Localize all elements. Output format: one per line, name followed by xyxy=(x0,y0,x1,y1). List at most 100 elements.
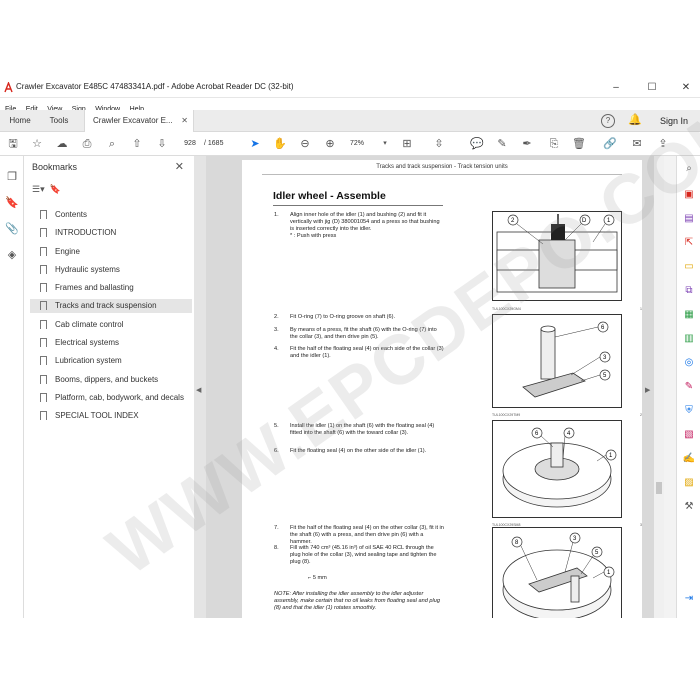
bookmark-item[interactable]: Platform, cab, bodywork, and decals xyxy=(32,392,192,403)
figure-2-drawing: 6 3 5 xyxy=(522,321,611,398)
send-for-signature-icon[interactable]: ✍ xyxy=(682,452,696,466)
figure-2-caption: TUL100CX29TM9 2 xyxy=(492,413,642,417)
figure-1-drawing: 2 D 1 xyxy=(496,214,618,293)
comment-icon[interactable]: 💬 xyxy=(470,137,484,151)
share-icon[interactable]: ⇪ xyxy=(656,137,670,151)
figure-1-caption: TUL100CX29GM4 1 xyxy=(492,307,642,311)
title-bar: Crawler Excavator E485C 47483341A.pdf - … xyxy=(0,78,700,98)
tab-tools[interactable]: Tools xyxy=(40,110,78,132)
comment-tool-icon[interactable]: ▭ xyxy=(682,260,696,274)
bookmark-icon xyxy=(40,374,47,384)
screenshot-canvas: Crawler Excavator E485C 47483341A.pdf - … xyxy=(0,0,700,700)
bookmark-options-icon[interactable]: ☰▾ 🔖 xyxy=(32,184,61,195)
search-tool-icon[interactable]: ⌕ xyxy=(682,162,696,176)
page-thumbnails-icon[interactable]: ❐ xyxy=(5,170,19,184)
right-tools-rail: ⌕ ▣ ▤ ⇱ ▭ ⧉ ▦ ▥ ◎ ✎ ⛨ ▧ ✍ ▨ ⚒ ⇥ xyxy=(676,156,700,618)
tab-close-icon[interactable]: ✕ xyxy=(181,110,188,132)
sign-tool-icon[interactable]: ✎ xyxy=(682,380,696,394)
upload-cloud-icon[interactable]: ☁ xyxy=(55,137,69,151)
scroll-mode-icon[interactable]: ⇳ xyxy=(432,137,446,151)
bookmarks-icon[interactable]: 🔖 xyxy=(5,196,19,210)
bookmark-item-selected[interactable]: Tracks and track suspension xyxy=(30,299,192,314)
highlight-pen-icon[interactable]: ✎ xyxy=(495,137,509,151)
zoom-level-field[interactable]: 72% xyxy=(350,138,376,150)
bookmarks-close-icon[interactable]: ✕ xyxy=(175,160,184,173)
bookmark-item[interactable]: Hydraulic systems xyxy=(32,264,192,275)
left-navigation-rail: ❐ 🔖 📎 ◈ xyxy=(0,156,24,618)
fill-sign-icon[interactable]: ▦ xyxy=(682,308,696,322)
main-toolbar: 🖫 ☆ ☁ ⎙ ⌕ ⇧ ⇩ 928 / 1685 ➤ ✋ ⊖ ⊕ 72% ▾ ⊞… xyxy=(0,132,700,156)
sign-pen-icon[interactable]: ✒ xyxy=(520,137,534,151)
zoom-dropdown-icon[interactable]: ▾ xyxy=(378,137,392,151)
bookmark-list: Contents INTRODUCTION Engine Hydraulic s… xyxy=(30,210,192,430)
notifications-bell-icon[interactable]: 🔔 xyxy=(628,113,642,126)
attachments-icon[interactable]: 📎 xyxy=(5,222,19,236)
figure-3-idler-shaft: 6 4 1 xyxy=(492,420,622,518)
menu-bar: File Edit View Sign Window Help xyxy=(0,98,700,113)
layers-icon[interactable]: ◈ xyxy=(5,248,19,262)
pdf-page: Tracks and track suspension - Track tens… xyxy=(242,160,642,618)
sign-in-button[interactable]: Sign In xyxy=(660,110,688,132)
stamp-icon[interactable]: ⎘ xyxy=(547,137,561,151)
help-icon[interactable]: ? xyxy=(601,114,615,128)
expand-right-panel-icon[interactable]: ▶ xyxy=(645,386,650,394)
panel-splitter[interactable]: ◀ xyxy=(194,156,206,618)
zoom-in-icon[interactable]: ⊕ xyxy=(323,137,337,151)
collapse-tools-icon[interactable]: ⇥ xyxy=(682,592,696,606)
export-pdf-icon[interactable]: ⇱ xyxy=(682,236,696,250)
zoom-out-icon[interactable]: ⊖ xyxy=(298,137,312,151)
prepare-form-icon[interactable]: ▧ xyxy=(682,428,696,442)
tab-document-label: Crawler Excavator E... xyxy=(93,116,173,125)
more-tools-icon[interactable]: ⚒ xyxy=(682,500,696,514)
enhance-scans-icon[interactable]: ◎ xyxy=(682,356,696,370)
tab-home[interactable]: Home xyxy=(0,110,40,132)
maximize-button[interactable]: ☐ xyxy=(644,80,660,96)
bookmark-icon xyxy=(40,356,47,366)
vertical-scrollbar[interactable] xyxy=(654,156,664,618)
hand-tool-icon[interactable]: ✋ xyxy=(273,137,287,151)
select-cursor-icon[interactable]: ➤ xyxy=(248,137,262,151)
bookmark-icon xyxy=(40,228,47,238)
page-total: / 1685 xyxy=(204,140,224,147)
fit-page-icon[interactable]: ⊞ xyxy=(400,137,414,151)
collapse-panel-icon[interactable]: ◀ xyxy=(196,386,201,394)
bookmark-item[interactable]: Contents xyxy=(32,210,192,220)
link-icon[interactable]: 🔗 xyxy=(603,137,617,151)
page-up-icon[interactable]: ⇧ xyxy=(130,137,144,151)
close-window-button[interactable]: ✕ xyxy=(678,80,694,96)
star-bookmark-icon[interactable]: ☆ xyxy=(30,137,44,151)
page-down-icon[interactable]: ⇩ xyxy=(155,137,169,151)
save-icon[interactable]: 🖫 xyxy=(6,137,20,151)
bookmark-item[interactable]: Booms, dippers, and buckets xyxy=(32,374,192,385)
organize-pages-icon[interactable]: ⧉ xyxy=(682,284,696,298)
bookmark-item[interactable]: Lubrication system xyxy=(32,356,192,366)
figure-4-drawing: 8 3 5 1 xyxy=(502,532,615,618)
delete-icon[interactable]: 🗑 xyxy=(572,137,586,151)
minimize-button[interactable]: – xyxy=(608,80,624,96)
page-running-header: Tracks and track suspension - Track tens… xyxy=(242,164,642,175)
create-pdf-icon[interactable]: ▣ xyxy=(682,188,696,202)
search-icon[interactable]: ⌕ xyxy=(105,137,119,151)
bookmark-icon xyxy=(40,246,47,256)
bookmark-item[interactable]: SPECIAL TOOL INDEX xyxy=(32,411,192,421)
scrollbar-thumb[interactable] xyxy=(656,482,662,494)
bookmark-item[interactable]: Engine xyxy=(32,246,192,257)
email-icon[interactable]: ✉ xyxy=(630,137,644,151)
bookmark-icon xyxy=(40,301,47,311)
scan-ocr-icon[interactable]: ▥ xyxy=(682,332,696,346)
bookmark-item[interactable]: Cab climate control xyxy=(32,319,192,330)
print-icon[interactable]: ⎙ xyxy=(80,137,94,151)
document-view[interactable]: Tracks and track suspension - Track tens… xyxy=(206,156,654,618)
figure-2-shaft-collar: 6 3 5 xyxy=(492,314,622,408)
tab-document[interactable]: Crawler Excavator E... ✕ xyxy=(84,110,194,132)
bookmark-item[interactable]: INTRODUCTION xyxy=(32,228,192,238)
edit-pdf-icon[interactable]: ▤ xyxy=(682,212,696,226)
bookmark-icon xyxy=(40,210,47,219)
protect-icon[interactable]: ⛨ xyxy=(682,404,696,418)
figure-1-idler-section: 2 D 1 xyxy=(492,211,622,301)
bookmark-item[interactable]: Frames and ballasting xyxy=(32,283,192,293)
assembly-note: NOTE: After installing the idler assembl… xyxy=(274,591,440,611)
bookmark-item[interactable]: Electrical systems xyxy=(32,338,192,348)
share-tool-icon[interactable]: ▨ xyxy=(682,476,696,490)
page-number-input[interactable]: 928 xyxy=(178,138,202,150)
